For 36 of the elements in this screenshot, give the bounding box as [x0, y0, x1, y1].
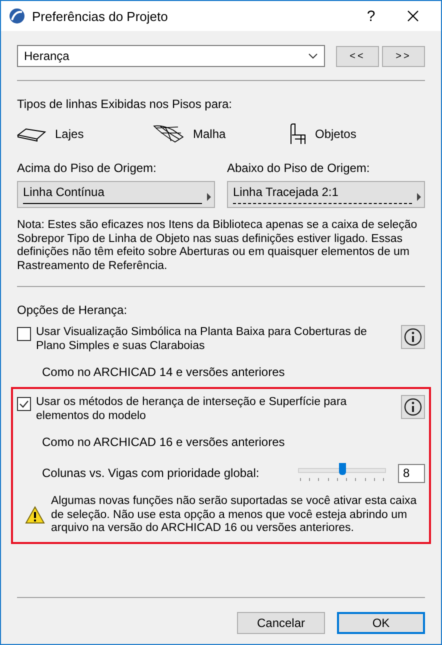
checkbox[interactable] [17, 397, 31, 411]
section-label: Opções de Herança: [17, 303, 128, 317]
nav-button[interactable]: >> [382, 46, 425, 66]
window-title: Preferências do Projeto [32, 8, 169, 24]
warning-icon [25, 506, 45, 524]
dialog-button[interactable]: OK [337, 612, 425, 634]
close-icon[interactable] [407, 10, 419, 22]
app-logo-icon [9, 8, 25, 24]
section-label: Tipos de linhas Exibidas nos Pisos para: [17, 97, 234, 111]
page-dropdown[interactable]: Herança [17, 45, 325, 67]
priority-input[interactable]: 8 [398, 464, 425, 482]
mesh-icon [153, 124, 185, 144]
dialog-button[interactable]: Cancelar [237, 612, 325, 634]
warning-text: Algumas novas funções não serão suportadas se você ativar esta caixa de seleção. Não use esta opção a menos que você esteja abrindo um arquivo na versão do ARCHICAD 16 ou versões anteriores. [51, 495, 418, 536]
info-button[interactable] [401, 325, 425, 349]
option-label: Usar os métodos de herança de interseção e Superfície para elementos do modelo [36, 395, 348, 423]
type-label: Lajes [55, 127, 84, 141]
note-text: Nota: Estes são eficazes nos Itens da Biblioteca apenas se a caixa de seleção Sobrepor Tipo de Linha de Objeto nas suas definições estiver ligado. Essas definições não têm efeito sobre Aberturas ou em quaisquer elementos de um Rastreamento de Referência. [17, 219, 418, 273]
field-label: Acima do Piso de Origem: [17, 161, 158, 175]
priority-slider[interactable] [298, 463, 386, 483]
help-button[interactable]: ? [356, 8, 386, 24]
slab-icon [17, 126, 47, 142]
type-label: Malha [193, 127, 226, 141]
option-label: Usar Visualização Simbólica na Planta Baixa para Coberturas de Plano Simples e suas Claraboias [36, 325, 368, 353]
option-note: Como no ARCHICAD 16 e versões anteriores [42, 435, 286, 449]
chair-icon [289, 123, 307, 145]
chevron-icon [308, 53, 318, 59]
type-label: Objetos [315, 127, 356, 141]
option-note: Como no ARCHICAD 14 e versões anteriores [42, 365, 286, 379]
line-type-button[interactable]: Linha Tracejada 2:1 [227, 181, 425, 208]
info-button[interactable] [401, 395, 425, 419]
checkbox[interactable] [17, 327, 31, 341]
field-label: Abaixo do Piso de Origem: [227, 161, 371, 175]
line-type-button[interactable]: Linha Contínua [17, 181, 215, 208]
nav-button[interactable]: << [336, 46, 379, 66]
slider-label: Colunas vs. Vigas com prioridade global: [42, 466, 260, 480]
